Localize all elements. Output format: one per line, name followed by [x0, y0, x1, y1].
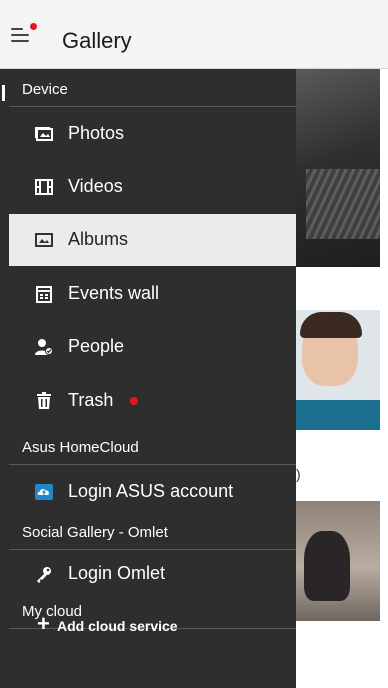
add-cloud-service-button[interactable]: + Add cloud service [9, 600, 296, 652]
person-check-icon [34, 337, 54, 357]
trash-badge-dot [130, 397, 138, 405]
key-icon [34, 564, 54, 584]
add-cloud-service-label: Add cloud service [57, 618, 178, 634]
menu-bar-middle [11, 34, 29, 36]
hamburger-menu-icon[interactable] [9, 23, 37, 46]
section-header-device: Device [9, 69, 296, 107]
drawer-item-label: Login ASUS account [68, 481, 234, 501]
drawer-item-label: Events wall [68, 283, 160, 303]
album-icon [34, 230, 54, 250]
section-header-asus-homecloud: Asus HomeCloud [9, 427, 296, 465]
truncated-text: ) [296, 466, 301, 482]
calendar-icon [34, 284, 54, 304]
drawer-item-photos[interactable]: Photos [9, 108, 296, 160]
drawer-item-label: Albums [68, 229, 129, 249]
section-header-social-gallery: Social Gallery - Omlet [9, 512, 296, 550]
notification-dot [30, 23, 37, 30]
drawer-item-login-asus[interactable]: Login ASUS account [9, 466, 296, 518]
menu-bar-bottom [11, 40, 29, 42]
film-icon [34, 177, 54, 197]
trash-icon [34, 391, 54, 411]
photos-icon [34, 124, 54, 144]
drawer-item-label: Videos [68, 176, 123, 196]
plus-icon: + [37, 611, 50, 636]
gallery-thumbnail[interactable] [296, 310, 380, 430]
drawer-item-trash[interactable]: Trash [9, 375, 296, 427]
drawer-item-label: People [68, 336, 125, 356]
drawer-item-events-wall[interactable]: Events wall [9, 268, 296, 320]
gallery-thumbnail[interactable] [296, 69, 380, 267]
drawer-item-label: Login Omlet [68, 563, 166, 583]
drawer-item-label: Trash [68, 390, 114, 410]
asus-cloud-icon [34, 482, 54, 502]
scroll-indicator [2, 85, 5, 101]
app-bar: Gallery [0, 0, 388, 69]
section-label: Asus HomeCloud [22, 439, 139, 456]
drawer-item-albums[interactable]: Albums [9, 214, 296, 266]
section-label: Social Gallery - Omlet [22, 524, 168, 541]
gallery-thumbnail[interactable] [296, 501, 380, 621]
drawer-item-people[interactable]: People [9, 321, 296, 373]
navigation-drawer: Device Photos Videos Albums Events wall … [0, 69, 296, 688]
drawer-item-label: Photos [68, 123, 125, 143]
section-label: Device [22, 81, 68, 98]
app-title: Gallery [62, 28, 132, 53]
drawer-item-videos[interactable]: Videos [9, 161, 296, 213]
menu-bar-top [11, 28, 23, 30]
